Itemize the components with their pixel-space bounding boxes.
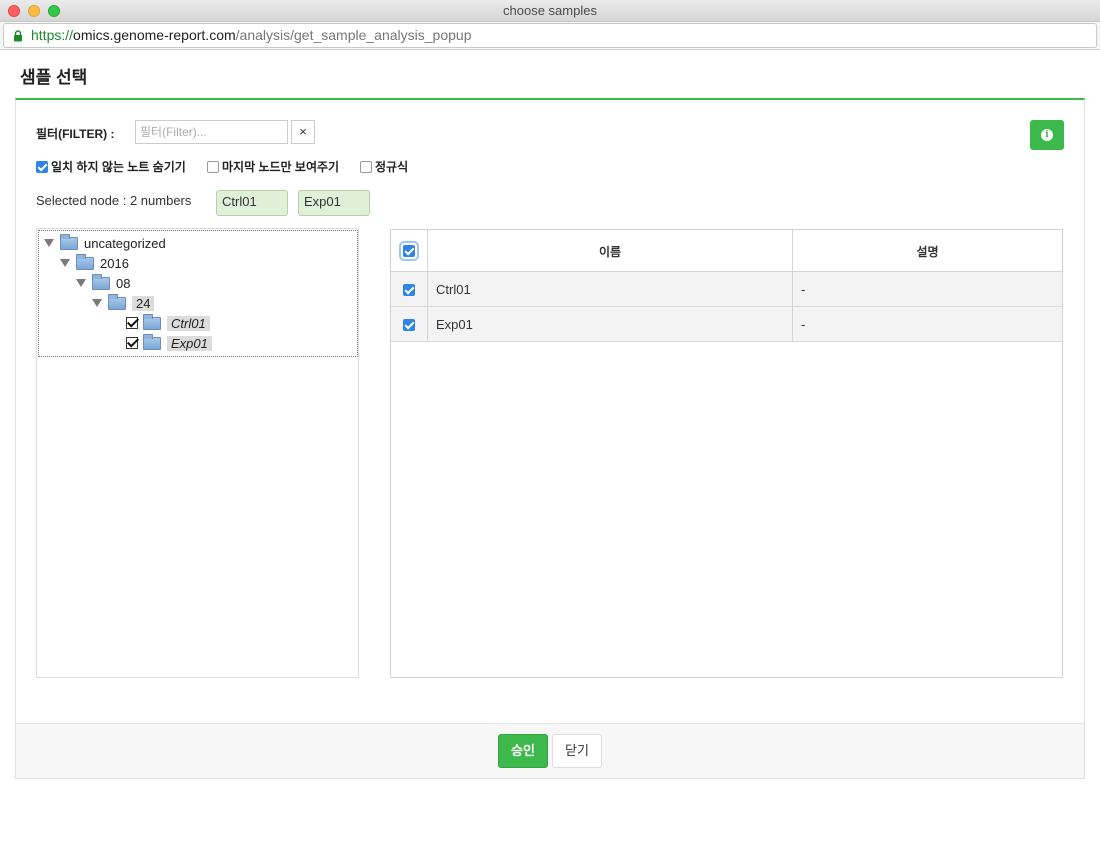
tree-node-08[interactable]: 08 bbox=[76, 273, 131, 292]
column-header-description[interactable]: 설명 bbox=[793, 243, 1062, 260]
tree-node-24[interactable]: 24 bbox=[92, 293, 155, 312]
lock-icon bbox=[14, 30, 22, 42]
filter-input[interactable] bbox=[135, 120, 288, 144]
close-button[interactable]: 닫기 bbox=[552, 734, 602, 768]
folder-icon bbox=[108, 293, 126, 310]
select-all-checkbox[interactable] bbox=[401, 243, 417, 259]
option-hide-unmatched-checkbox[interactable] bbox=[36, 160, 48, 173]
row-name: Exp01 bbox=[436, 317, 473, 332]
url-path: /analysis/get_sample_analysis_popup bbox=[235, 27, 472, 43]
tree-node-2016[interactable]: 2016 bbox=[60, 253, 129, 272]
tree-node-label: 24 bbox=[132, 295, 155, 311]
folder-icon bbox=[92, 273, 110, 290]
option-last-node-only[interactable]: 마지막 노드만 보여주기 bbox=[207, 158, 339, 175]
column-divider bbox=[427, 272, 428, 307]
expand-triangle-icon[interactable] bbox=[92, 299, 102, 307]
url-host: omics.genome-report.com bbox=[73, 27, 236, 43]
row-description: - bbox=[801, 282, 806, 297]
row-checkbox[interactable] bbox=[403, 284, 415, 296]
expand-triangle-icon[interactable] bbox=[44, 239, 54, 247]
url-field[interactable]: https://omics.genome-report.com/analysis… bbox=[3, 23, 1097, 48]
folder-icon bbox=[143, 333, 161, 350]
row-name: Ctrl01 bbox=[436, 282, 471, 297]
approve-button[interactable]: 승인 bbox=[498, 734, 548, 768]
tree-node-label: Ctrl01 bbox=[167, 315, 210, 331]
option-hide-unmatched[interactable]: 일치 하지 않는 노트 숨기기 bbox=[36, 158, 186, 175]
selected-chip-ctrl01[interactable]: Ctrl01 bbox=[216, 190, 288, 216]
page-title: 샘플 선택 bbox=[20, 68, 88, 87]
option-last-node-only-label: 마지막 노드만 보여주기 bbox=[222, 160, 340, 174]
option-last-node-only-checkbox[interactable] bbox=[207, 160, 219, 173]
column-divider bbox=[792, 307, 793, 342]
selected-node-summary: Selected node : 2 numbers bbox=[36, 193, 192, 208]
row-description: - bbox=[801, 317, 806, 332]
window-title: choose samples bbox=[503, 3, 597, 18]
table-row[interactable]: Ctrl01 - bbox=[391, 272, 1062, 307]
tree-node-checkbox[interactable] bbox=[126, 337, 138, 349]
tree-node-label: 08 bbox=[116, 275, 131, 291]
filter-clear-button[interactable]: × bbox=[291, 120, 315, 144]
address-bar: https://omics.genome-report.com/analysis… bbox=[0, 22, 1100, 50]
folder-icon bbox=[60, 233, 78, 250]
sample-table: 이름 설명 Ctrl01 - Exp01 - bbox=[390, 229, 1063, 678]
option-regex-label: 정규식 bbox=[375, 160, 409, 174]
tree-node-checkbox[interactable] bbox=[126, 317, 138, 329]
filter-label: 필터(FILTER) : bbox=[36, 127, 115, 141]
folder-icon bbox=[76, 253, 94, 270]
tree-node-label: 2016 bbox=[100, 255, 129, 271]
column-header-name[interactable]: 이름 bbox=[428, 243, 792, 260]
url-scheme: https:// bbox=[31, 27, 74, 43]
modal-footer bbox=[16, 723, 1084, 778]
table-header: 이름 설명 bbox=[391, 230, 1062, 272]
select-all-checkbox-box[interactable] bbox=[403, 245, 415, 257]
column-divider bbox=[792, 272, 793, 307]
tree-node-label: Exp01 bbox=[167, 335, 212, 351]
table-row[interactable]: Exp01 - bbox=[391, 307, 1062, 342]
tree-node-ctrl01[interactable]: Ctrl01 bbox=[126, 313, 210, 332]
selected-chip-exp01[interactable]: Exp01 bbox=[298, 190, 370, 216]
row-checkbox[interactable] bbox=[403, 319, 415, 331]
tree-node-uncategorized[interactable]: uncategorized bbox=[44, 233, 166, 252]
column-divider bbox=[427, 307, 428, 342]
expand-triangle-icon[interactable] bbox=[76, 279, 86, 287]
option-hide-unmatched-label: 일치 하지 않는 노트 숨기기 bbox=[51, 160, 186, 174]
info-button[interactable]: i bbox=[1030, 120, 1064, 150]
expand-triangle-icon[interactable] bbox=[60, 259, 70, 267]
info-icon: i bbox=[1041, 129, 1053, 141]
tree-node-exp01[interactable]: Exp01 bbox=[126, 333, 212, 352]
window-titlebar: choose samples bbox=[0, 0, 1100, 22]
tree-node-label: uncategorized bbox=[84, 235, 166, 251]
option-regex[interactable]: 정규식 bbox=[360, 158, 408, 175]
option-regex-checkbox[interactable] bbox=[360, 160, 372, 173]
folder-icon bbox=[143, 313, 161, 330]
